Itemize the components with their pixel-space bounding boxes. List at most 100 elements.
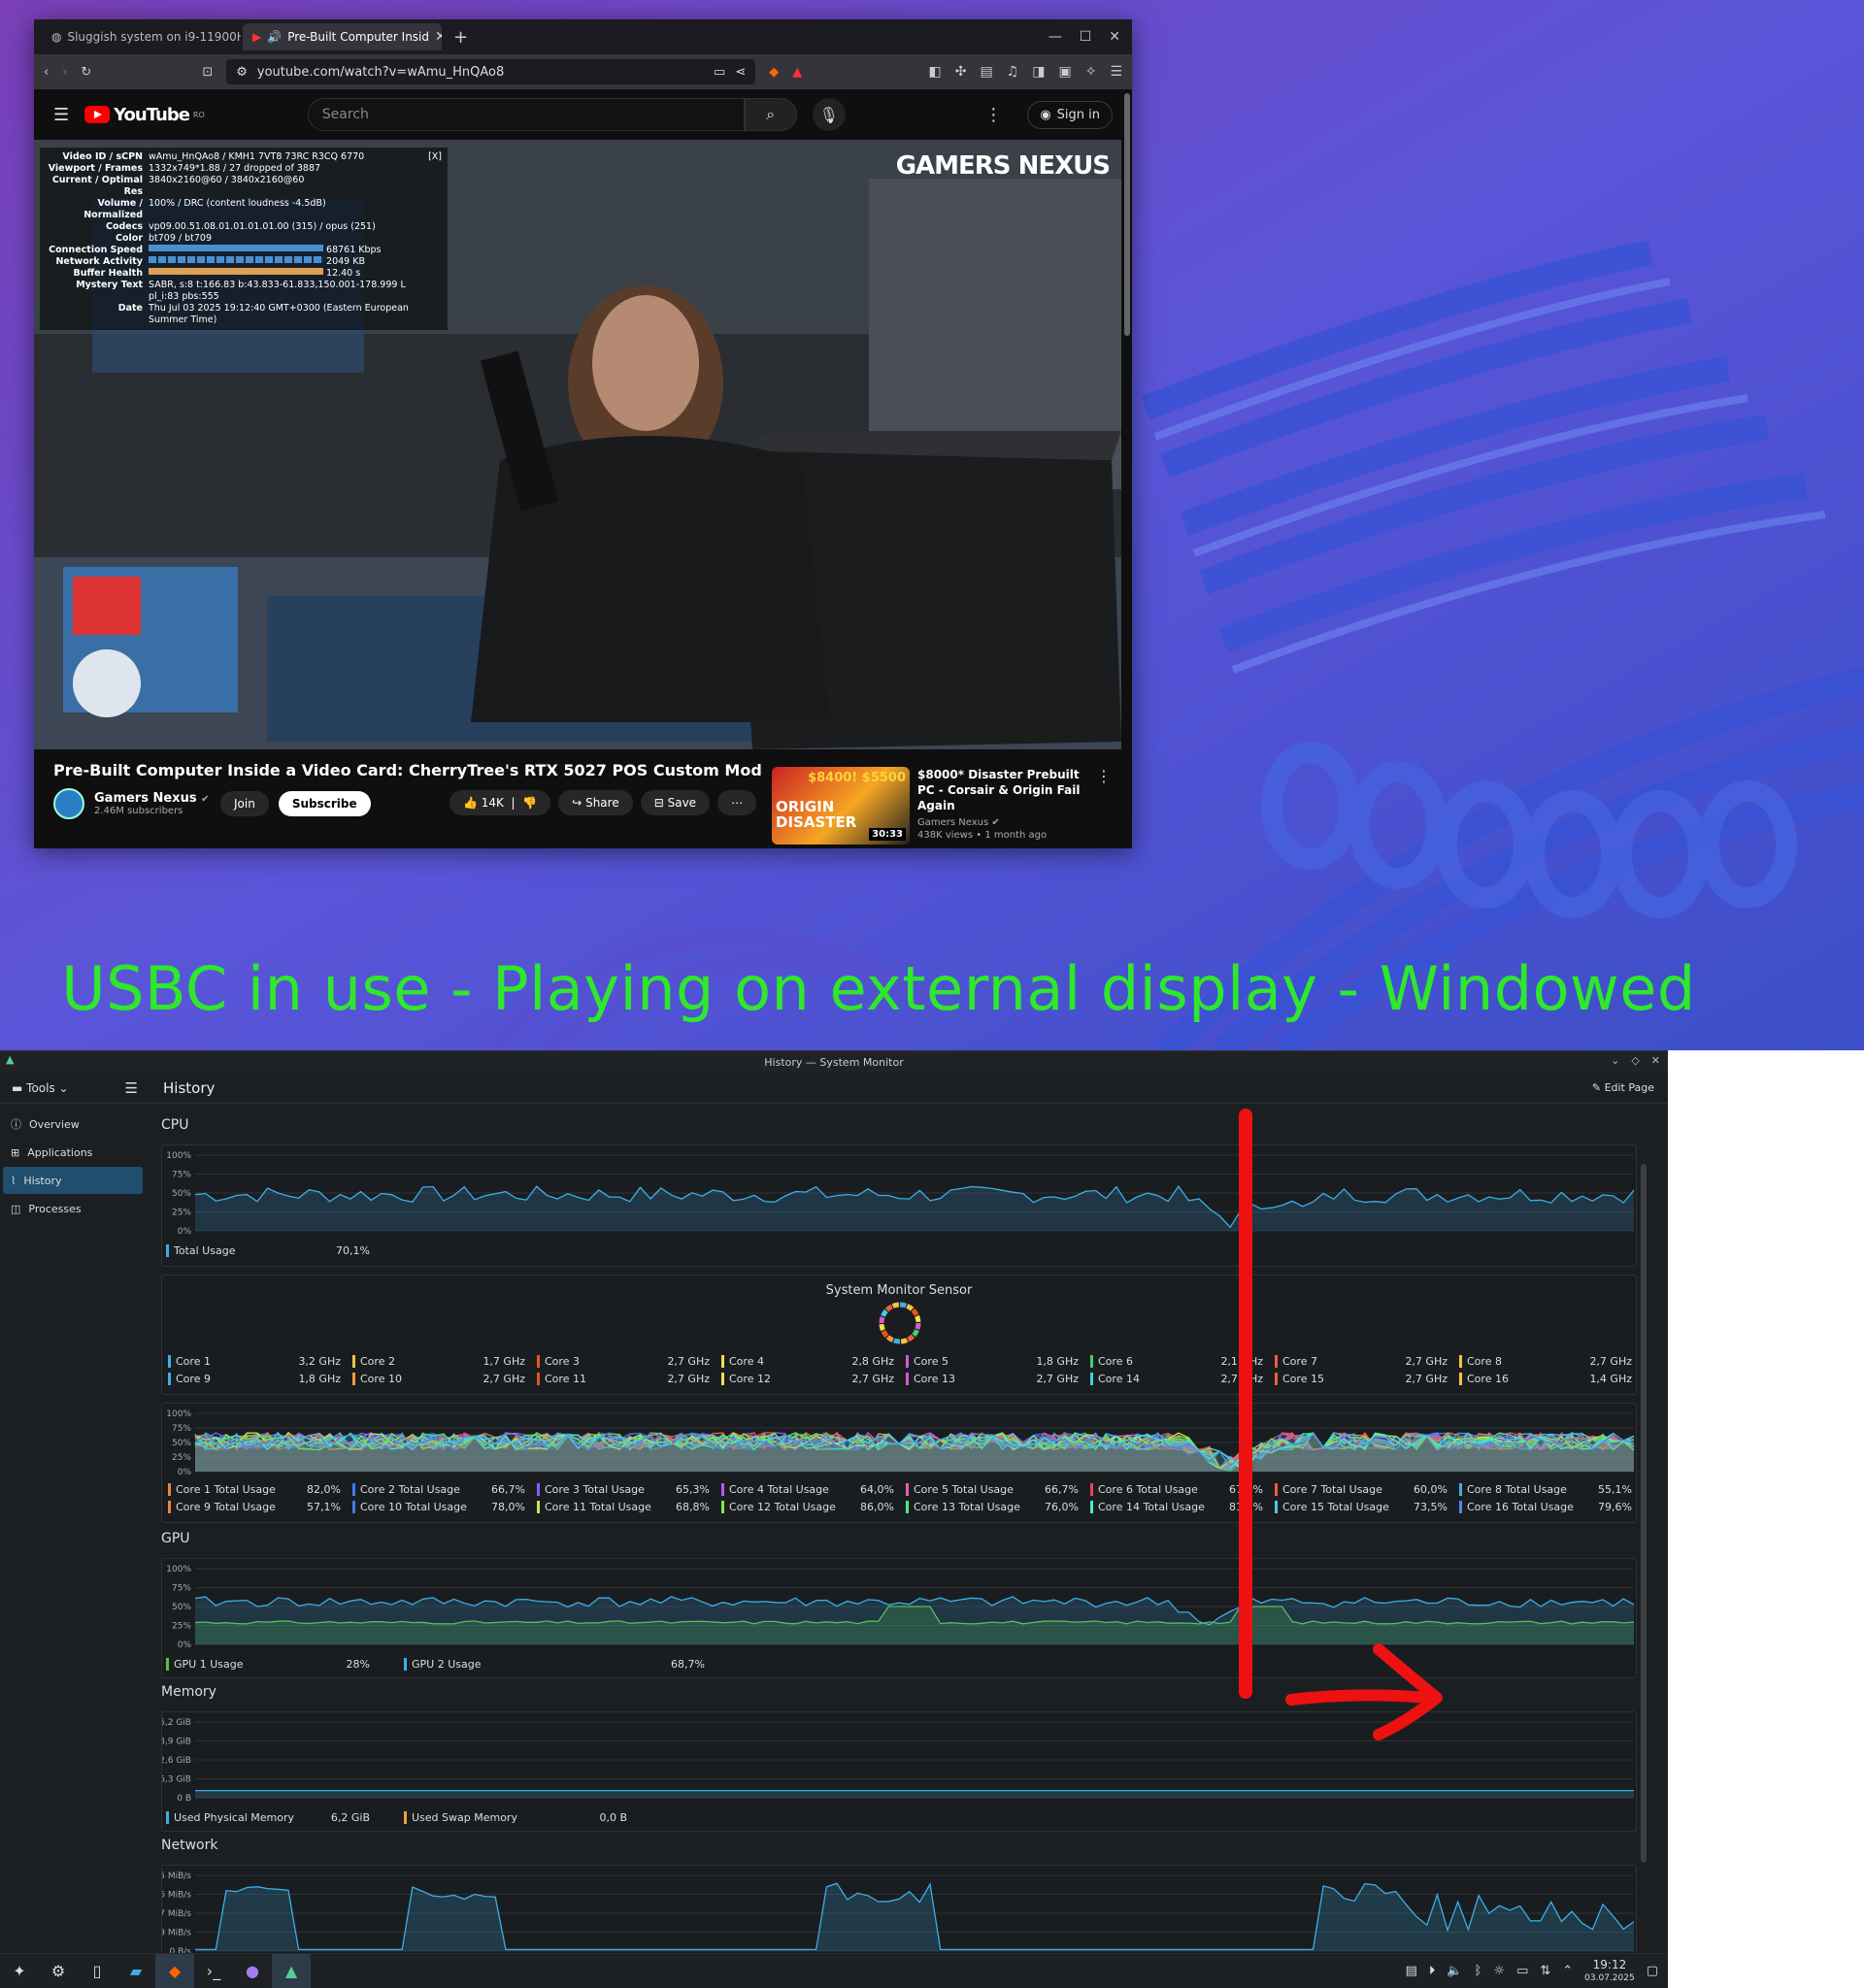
empty-area bbox=[1668, 1050, 1864, 1988]
back-icon[interactable]: ‹ bbox=[44, 65, 49, 80]
volume-icon[interactable]: 🔈 bbox=[1447, 1964, 1462, 1978]
search-button[interactable]: ⌕ bbox=[744, 98, 797, 131]
recommended-video[interactable]: $8400! $5500 ORIGIN DISASTER 30:33 $8000* … bbox=[772, 767, 1121, 845]
terminal-icon[interactable]: ›_ bbox=[194, 1954, 233, 1988]
clipboard-icon[interactable]: ▤ bbox=[1406, 1964, 1417, 1978]
bookmark-save-icon: ⊟ bbox=[653, 796, 664, 810]
discord-icon[interactable]: ● bbox=[233, 1954, 272, 1988]
close-icon[interactable]: ✕ bbox=[1109, 29, 1120, 45]
youtube-favicon-icon: ▶ bbox=[252, 30, 262, 44]
tab-youtube[interactable]: ▶ 🔊 Pre-Built Computer Insid ✕ bbox=[243, 23, 442, 50]
taskbar: ✦ ⚙ ▯ ▰ ◆ ›_ ● ▲ ▤ ⏵ 🔈 ᛒ ☼ ▭ ⇅ ⌃ 19:12 03.07.202… bbox=[0, 1953, 1668, 1988]
speaker-icon: 🔊 bbox=[267, 30, 283, 44]
menu-icon[interactable]: ☰ bbox=[1110, 64, 1122, 80]
globe-icon: ◍ bbox=[51, 30, 62, 44]
brave-browser-icon[interactable]: ◆ bbox=[155, 1953, 194, 1988]
forward-icon[interactable]: › bbox=[62, 65, 67, 80]
subscribe-button[interactable]: Subscribe bbox=[278, 791, 371, 816]
share-arrow-icon: ↪ bbox=[572, 796, 582, 810]
site-settings-icon[interactable]: ⚙ bbox=[236, 65, 248, 80]
buffer-health-bar bbox=[149, 268, 323, 275]
display-icon[interactable]: ▭ bbox=[1516, 1964, 1528, 1978]
verified-icon: ✔ bbox=[991, 817, 1000, 828]
show-desktop-icon[interactable]: ▢ bbox=[1647, 1964, 1658, 1978]
reload-icon[interactable]: ↻ bbox=[81, 65, 91, 80]
youtube-header: ☰ YouTube RO Search ⌕ 🎙 ⋮ ◉ Sign in bbox=[34, 89, 1132, 140]
cast-icon[interactable]: ▭ bbox=[714, 65, 725, 80]
scrollbar[interactable] bbox=[1124, 93, 1130, 336]
close-tab-icon[interactable]: ✕ bbox=[435, 29, 442, 45]
music-icon[interactable]: ♫ bbox=[1007, 64, 1019, 80]
stats-for-nerds-panel: [X] Video ID / sCPN wAmu_HnQAo8 / KMH1 7V… bbox=[40, 148, 448, 330]
brightness-icon[interactable]: ☼ bbox=[1493, 1964, 1505, 1978]
thumbs-up-icon: 👍 bbox=[463, 796, 478, 810]
verified-icon: ✔ bbox=[201, 794, 210, 805]
reader-icon[interactable]: ▤ bbox=[980, 64, 992, 80]
microphone-icon: 🎙 bbox=[818, 105, 839, 124]
new-tab-button[interactable]: + bbox=[444, 27, 478, 48]
more-actions-button[interactable]: ⋯ bbox=[717, 790, 757, 815]
user-circle-icon: ◉ bbox=[1040, 107, 1051, 122]
nav-bar: ‹ › ↻ ⊡ ⚙ youtube.com/watch?v=wAmu_HnQAo8 ▭ ⋖… bbox=[34, 54, 1132, 89]
caption-text: USBC in use - Playing on external displa… bbox=[61, 953, 1696, 1024]
browser-window: ◍ Sluggish system on i9-11900H a ▶ 🔊 Pre-Bu… bbox=[34, 19, 1132, 848]
rewards-icon[interactable]: ▲ bbox=[792, 65, 802, 80]
voice-search-button[interactable]: 🎙 bbox=[812, 98, 846, 131]
tab-label: Sluggish system on i9-11900H a bbox=[67, 30, 241, 44]
puzzle-icon[interactable]: ✣ bbox=[955, 64, 967, 80]
channel-avatar[interactable] bbox=[53, 788, 84, 819]
bookmark-icon[interactable]: ⊡ bbox=[202, 65, 213, 80]
tab-sluggish-system[interactable]: ◍ Sluggish system on i9-11900H a bbox=[42, 23, 241, 50]
hamburger-icon[interactable]: ☰ bbox=[53, 105, 69, 125]
system-monitor-icon[interactable]: ▲ bbox=[272, 1953, 311, 1988]
network-activity-bar bbox=[149, 256, 323, 263]
system-tray: ▤ ⏵ 🔈 ᛒ ☼ ▭ ⇅ ⌃ 19:12 03.07.2025 ▢ bbox=[1406, 1959, 1668, 1984]
media-icon[interactable]: ⏵ bbox=[1429, 1964, 1436, 1978]
network-icon[interactable]: ⇅ bbox=[1540, 1964, 1550, 1978]
leo-icon[interactable]: ✧ bbox=[1085, 64, 1097, 80]
video-title: Pre-Built Computer Inside a Video Card: … bbox=[53, 761, 762, 779]
share-icon[interactable]: ⋖ bbox=[735, 65, 746, 80]
recommended-title[interactable]: $8000* Disaster Prebuilt PC - Corsair & … bbox=[917, 767, 1082, 813]
like-button[interactable]: 👍 14K | 👎 bbox=[449, 790, 551, 815]
brave-shields-icon[interactable]: ◆ bbox=[769, 65, 779, 80]
save-button[interactable]: ⊟ Save bbox=[640, 790, 711, 815]
maximize-icon[interactable]: ☐ bbox=[1080, 29, 1092, 45]
minimize-icon[interactable]: — bbox=[1048, 29, 1062, 45]
subscriber-count: 2.46M subscribers bbox=[94, 806, 183, 816]
youtube-play-icon bbox=[84, 106, 111, 123]
url-text: youtube.com/watch?v=wAmu_HnQAo8 bbox=[256, 64, 505, 80]
sign-in-button[interactable]: ◉ Sign in bbox=[1027, 100, 1113, 129]
share-button[interactable]: ↪ Share bbox=[558, 790, 633, 815]
bluetooth-icon[interactable]: ᛒ bbox=[1475, 1964, 1482, 1978]
join-button[interactable]: Join bbox=[220, 791, 269, 816]
more-options-icon[interactable]: ⋮ bbox=[1096, 767, 1112, 845]
tray-expand-icon[interactable]: ⌃ bbox=[1562, 1964, 1573, 1978]
tab-label: Pre-Built Computer Insid bbox=[287, 30, 430, 44]
wallet-icon[interactable]: ▣ bbox=[1058, 64, 1071, 80]
video-actions: 👍 14K | 👎 ↪ Share ⊟ Save ⋯ bbox=[449, 790, 757, 815]
system-monitor-window: ▲ History — System Monitor ⌄ ◇ ✕ ▬ Tools ⌄ ☰ … bbox=[0, 1050, 1668, 1962]
app-launcher-icon[interactable]: ✦ bbox=[0, 1954, 39, 1988]
duration-badge: 30:33 bbox=[869, 828, 906, 841]
system-settings-icon[interactable]: ⚙ bbox=[39, 1954, 78, 1988]
sidebar-icon[interactable]: ◨ bbox=[1032, 64, 1045, 80]
clock[interactable]: 19:12 03.07.2025 bbox=[1584, 1959, 1635, 1984]
file-manager-icon[interactable]: ▰ bbox=[116, 1954, 155, 1988]
documents-icon[interactable]: ▯ bbox=[78, 1954, 116, 1988]
channel-row: Gamers Nexus ✔ 2.46M subscribers Join Sub… bbox=[53, 788, 371, 819]
gamers-nexus-watermark: GAMERS NEXUS bbox=[895, 151, 1111, 181]
recommended-thumbnail[interactable]: $8400! $5500 ORIGIN DISASTER 30:33 bbox=[772, 767, 910, 845]
connection-speed-bar bbox=[149, 245, 323, 251]
channel-name[interactable]: Gamers Nexus bbox=[94, 791, 197, 806]
extension-icon[interactable]: ◧ bbox=[928, 64, 941, 80]
video-player[interactable]: [X] Video ID / sCPN wAmu_HnQAo8 / KMH1 7V… bbox=[34, 140, 1121, 749]
url-bar[interactable]: ⚙ youtube.com/watch?v=wAmu_HnQAo8 ▭ ⋖ bbox=[226, 59, 756, 84]
youtube-logo[interactable]: YouTube RO bbox=[84, 105, 205, 125]
search-icon: ⌕ bbox=[766, 105, 776, 123]
more-options-icon[interactable]: ⋮ bbox=[984, 105, 1002, 125]
stats-close-button[interactable]: [X] bbox=[428, 151, 442, 163]
search-input[interactable]: Search bbox=[307, 98, 745, 131]
thumbs-down-icon[interactable]: 👎 bbox=[522, 796, 537, 810]
tab-bar: ◍ Sluggish system on i9-11900H a ▶ 🔊 Pre-Bu… bbox=[34, 19, 1132, 54]
